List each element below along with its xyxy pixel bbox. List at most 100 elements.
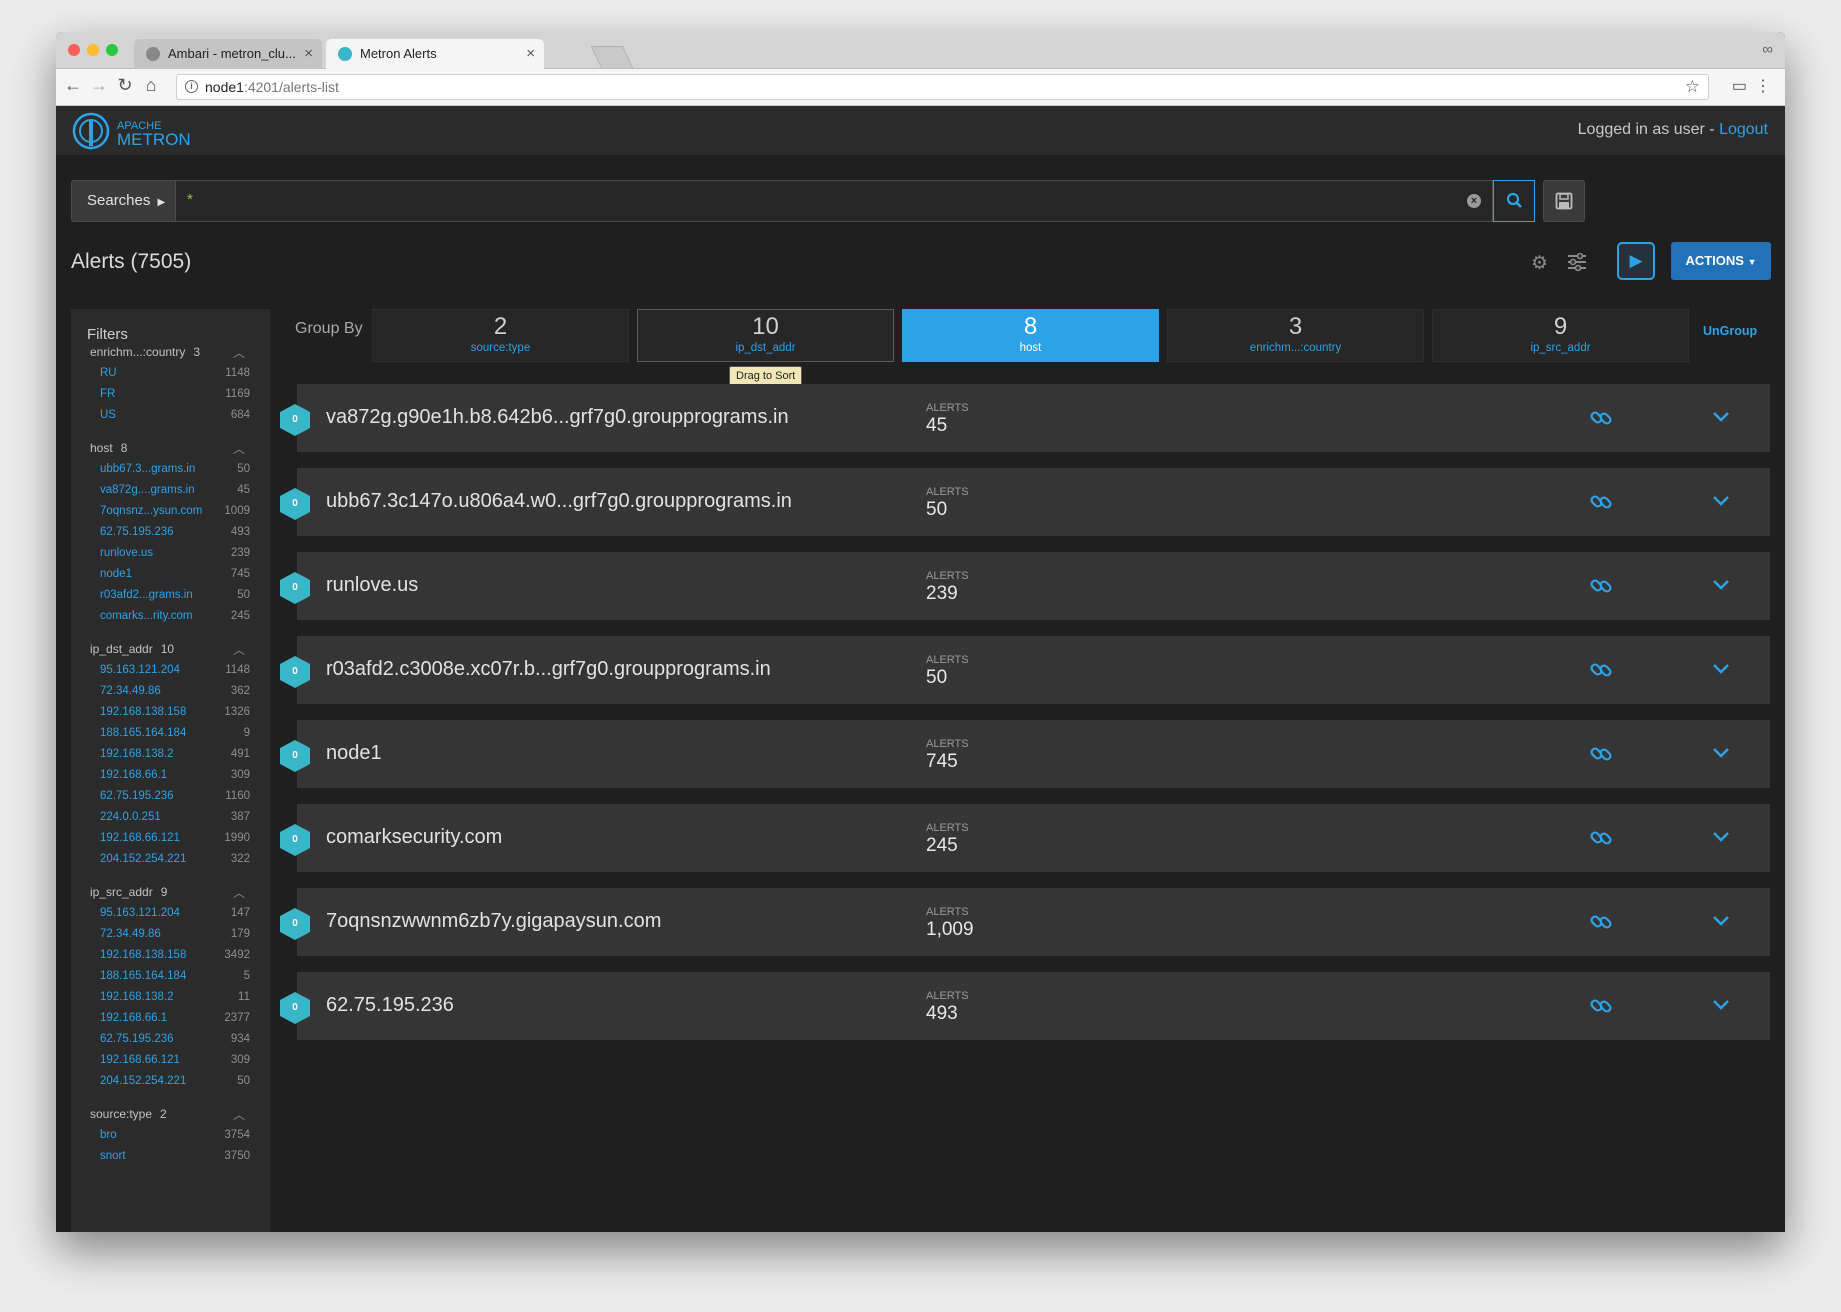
alert-group-row[interactable]: 0 va872g.g90e1h.b8.642b6...grf7g0.grouppr…: [280, 384, 1770, 452]
browser-tab-ambari[interactable]: Ambari - metron_clu... ×: [134, 39, 322, 69]
filter-item[interactable]: 62.75.195.236 1160: [100, 790, 250, 802]
link-icon[interactable]: [1589, 994, 1613, 1018]
filter-item[interactable]: 188.165.164.184 5: [100, 970, 250, 982]
filter-item[interactable]: runlove.us 239: [100, 547, 250, 559]
filter-item[interactable]: 192.168.66.121 1990: [100, 832, 250, 844]
filter-item-label: 72.34.49.86: [100, 928, 161, 940]
chevron-up-icon[interactable]: ︿: [233, 344, 245, 361]
filter-group-header[interactable]: ip_dst_addr 10: [90, 642, 174, 656]
group-by-tile[interactable]: 2 source:type: [372, 309, 629, 362]
filter-item[interactable]: RU 1148: [100, 367, 250, 379]
filter-item[interactable]: 192.168.66.1 2377: [100, 1012, 250, 1024]
new-tab-button[interactable]: [590, 46, 634, 68]
logout-link[interactable]: Logout: [1719, 121, 1768, 138]
filter-item[interactable]: 72.34.49.86 362: [100, 685, 250, 697]
filter-item[interactable]: snort 3750: [100, 1150, 250, 1162]
browser-tab-metron-alerts[interactable]: Metron Alerts ×: [326, 39, 544, 69]
filter-item[interactable]: 192.168.66.1 309: [100, 769, 250, 781]
ungroup-button[interactable]: UnGroup: [1703, 324, 1757, 338]
alert-group-row[interactable]: 0 62.75.195.236 ALERTS 493: [280, 972, 1770, 1040]
filter-item[interactable]: 192.168.138.2 11: [100, 991, 250, 1003]
group-by-tile[interactable]: 10 ip_dst_addr: [637, 309, 894, 362]
reload-icon[interactable]: ↻: [114, 75, 136, 96]
filter-item[interactable]: bro 3754: [100, 1129, 250, 1141]
chevron-down-icon[interactable]: [1711, 998, 1731, 1012]
group-by-tile[interactable]: 9 ip_src_addr: [1432, 309, 1689, 362]
chevron-up-icon[interactable]: ︿: [233, 1106, 245, 1123]
filter-item[interactable]: US 684: [100, 409, 250, 421]
link-icon[interactable]: [1589, 574, 1613, 598]
browser-menu-icon[interactable]: ⋮: [1755, 76, 1771, 96]
clear-search-icon[interactable]: ×: [1467, 194, 1481, 208]
alert-group-row[interactable]: 0 r03afd2.c3008e.xc07r.b...grf7g0.grouppr…: [280, 636, 1770, 704]
filter-item[interactable]: 192.168.66.121 309: [100, 1054, 250, 1066]
filter-item[interactable]: 192.168.138.2 491: [100, 748, 250, 760]
chevron-down-icon[interactable]: [1711, 578, 1731, 592]
play-button[interactable]: ▶: [1617, 242, 1655, 280]
close-tab-icon[interactable]: ×: [526, 39, 535, 69]
filter-item[interactable]: r03afd2...grams.in 50: [100, 589, 250, 601]
gear-icon[interactable]: ⚙: [1531, 252, 1548, 275]
info-icon[interactable]: i: [185, 80, 198, 93]
filter-item[interactable]: 192.168.138.158 3492: [100, 949, 250, 961]
filter-item[interactable]: 72.34.49.86 179: [100, 928, 250, 940]
filter-item[interactable]: 62.75.195.236 934: [100, 1033, 250, 1045]
link-icon[interactable]: [1589, 406, 1613, 430]
url-input[interactable]: i node1:4201/alerts-list ☆: [176, 74, 1709, 100]
forward-icon[interactable]: →: [88, 75, 110, 96]
filter-item[interactable]: 95.163.121.204 147: [100, 907, 250, 919]
filter-group-header[interactable]: ip_src_addr 9: [90, 885, 167, 899]
back-icon[interactable]: ←: [62, 75, 84, 96]
chevron-down-icon[interactable]: [1711, 410, 1731, 424]
link-icon[interactable]: [1589, 826, 1613, 850]
chevron-down-icon[interactable]: [1711, 746, 1731, 760]
filter-group-header[interactable]: host 8: [90, 441, 127, 455]
chevron-down-icon[interactable]: [1711, 494, 1731, 508]
link-icon[interactable]: [1589, 910, 1613, 934]
filter-group-header[interactable]: enrichm...:country 3: [90, 345, 200, 359]
group-by-tile[interactable]: 8 host: [902, 309, 1159, 362]
alert-group-row[interactable]: 0 ubb67.3c147o.u806a4.w0...grf7g0.grouppr…: [280, 468, 1770, 536]
chevron-down-icon[interactable]: [1711, 662, 1731, 676]
maximize-window-icon[interactable]: [106, 44, 118, 56]
minimize-window-icon[interactable]: [87, 44, 99, 56]
filter-item[interactable]: 7oqnsnz...ysun.com 1009: [100, 505, 250, 517]
alert-group-row[interactable]: 0 comarksecurity.com ALERTS 245: [280, 804, 1770, 872]
chevron-down-icon[interactable]: [1711, 914, 1731, 928]
chevron-up-icon[interactable]: ︿: [233, 641, 245, 658]
search-button[interactable]: [1493, 180, 1535, 222]
chevron-up-icon[interactable]: ︿: [233, 884, 245, 901]
chevron-up-icon[interactable]: ︿: [233, 440, 245, 457]
filter-item[interactable]: 192.168.138.158 1326: [100, 706, 250, 718]
filter-item[interactable]: FR 1169: [100, 388, 250, 400]
filter-item[interactable]: 204.152.254.221 50: [100, 1075, 250, 1087]
cast-icon[interactable]: ▭: [1732, 76, 1747, 96]
close-window-icon[interactable]: [68, 44, 80, 56]
sliders-icon[interactable]: [1567, 253, 1587, 271]
home-icon[interactable]: ⌂: [140, 75, 162, 96]
chevron-down-icon[interactable]: [1711, 830, 1731, 844]
save-search-button[interactable]: [1543, 180, 1585, 222]
close-tab-icon[interactable]: ×: [304, 39, 313, 69]
alert-group-row[interactable]: 0 7oqnsnzwwnm6zb7y.gigapaysun.com ALERTS 1,…: [280, 888, 1770, 956]
filter-item[interactable]: 204.152.254.221 322: [100, 853, 250, 865]
alert-group-row[interactable]: 0 node1 ALERTS 745: [280, 720, 1770, 788]
filter-item[interactable]: 188.165.164.184 9: [100, 727, 250, 739]
link-icon[interactable]: [1589, 742, 1613, 766]
searches-button[interactable]: Searches ▶: [71, 180, 176, 222]
filter-item[interactable]: node1 745: [100, 568, 250, 580]
search-input[interactable]: * ×: [176, 180, 1493, 222]
filter-item[interactable]: 224.0.0.251 387: [100, 811, 250, 823]
filter-item[interactable]: comarks...rity.com 245: [100, 610, 250, 622]
group-by-tile[interactable]: 3 enrichm...:country: [1167, 309, 1424, 362]
link-icon[interactable]: [1589, 658, 1613, 682]
alert-group-row[interactable]: 0 runlove.us ALERTS 239: [280, 552, 1770, 620]
filter-group-header[interactable]: source:type 2: [90, 1107, 167, 1121]
filter-item[interactable]: 95.163.121.204 1148: [100, 664, 250, 676]
link-icon[interactable]: [1589, 490, 1613, 514]
filter-item[interactable]: 62.75.195.236 493: [100, 526, 250, 538]
filter-item[interactable]: ubb67.3...grams.in 50: [100, 463, 250, 475]
actions-button[interactable]: ACTIONS ▼: [1671, 242, 1771, 280]
filter-item[interactable]: va872g....grams.in 45: [100, 484, 250, 496]
bookmark-star-icon[interactable]: ☆: [1685, 75, 1700, 99]
